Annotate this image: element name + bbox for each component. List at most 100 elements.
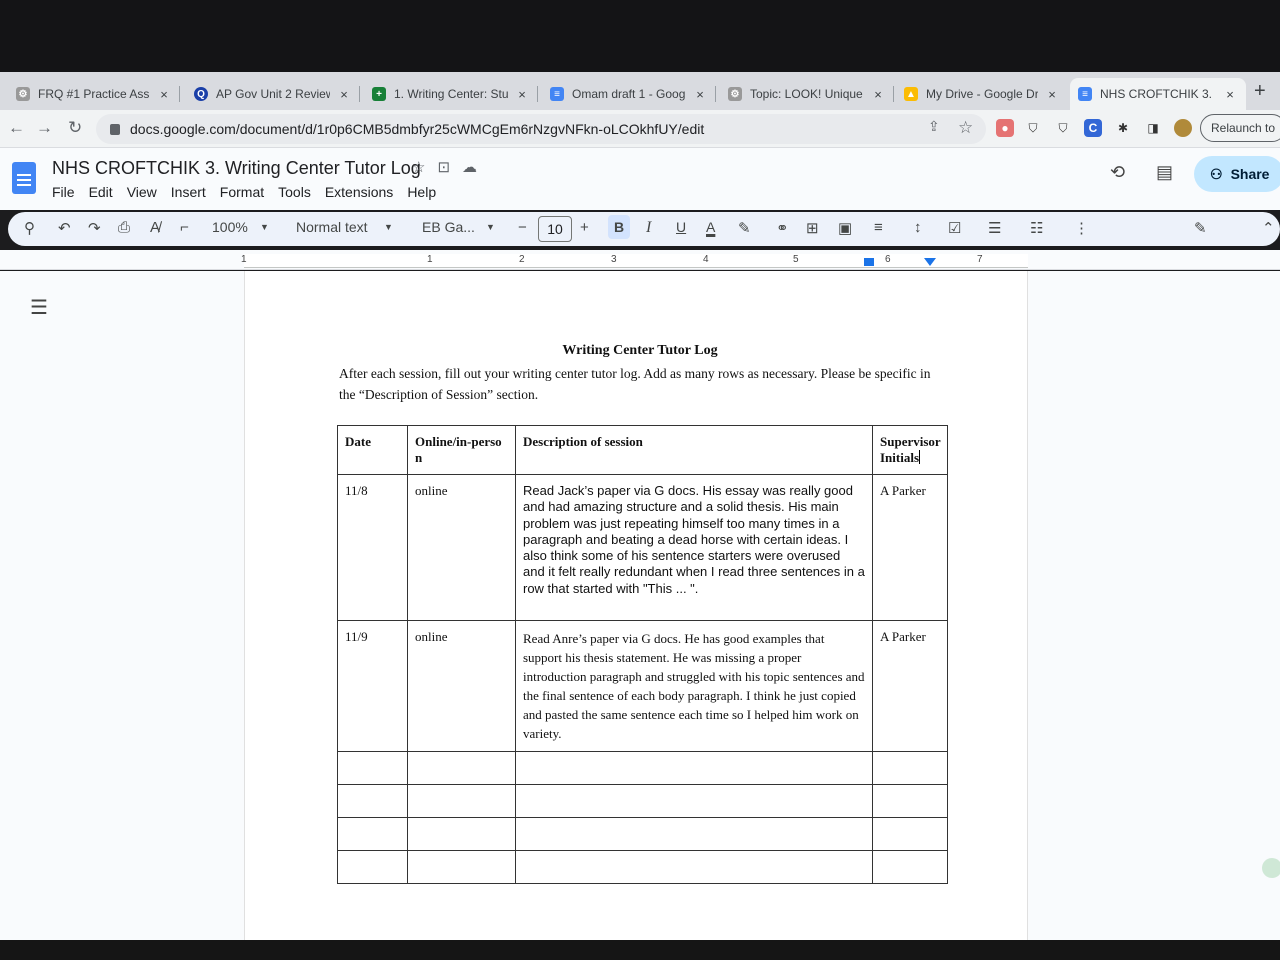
empty-cell[interactable]	[407, 817, 516, 851]
close-icon[interactable]: ×	[692, 87, 708, 102]
puzzle-icon[interactable]: ✱	[1114, 119, 1132, 137]
link-icon[interactable]: ⚭	[776, 219, 789, 237]
search-icon[interactable]: ⚲	[24, 219, 35, 237]
share-button[interactable]: ⚇ Share	[1194, 156, 1280, 192]
bold-button[interactable]: B	[608, 215, 631, 239]
outline-list-icon[interactable]: ☰	[30, 295, 48, 320]
comments-icon[interactable]: ▤	[1156, 162, 1173, 183]
empty-cell[interactable]	[407, 751, 516, 785]
indent-marker-icon[interactable]	[864, 258, 874, 266]
tab-writing-center-sheet[interactable]: + 1. Writing Center: Stu ×	[364, 78, 538, 110]
undo-icon[interactable]: ↶	[58, 219, 71, 237]
close-icon[interactable]: ×	[1222, 87, 1238, 102]
version-history-icon[interactable]: ⟲	[1110, 162, 1125, 183]
empty-cell[interactable]	[407, 784, 516, 818]
tab-omam-draft[interactable]: ≡ Omam draft 1 - Goog ×	[542, 78, 716, 110]
close-icon[interactable]: ×	[156, 87, 172, 102]
close-icon[interactable]: ×	[1044, 87, 1060, 102]
horizontal-ruler[interactable]: 1 1 2 3 4 5 6 7	[241, 254, 1028, 268]
menu-view[interactable]: View	[127, 184, 157, 200]
move-folder-icon[interactable]: ⊡	[437, 158, 450, 176]
sidebar-icon[interactable]: ◨	[1144, 119, 1162, 137]
underline-button[interactable]: U	[676, 219, 686, 235]
empty-cell[interactable]	[871, 784, 949, 818]
tab-ap-gov[interactable]: Q AP Gov Unit 2 Review ×	[186, 78, 360, 110]
menu-format[interactable]: Format	[220, 184, 264, 200]
empty-cell[interactable]	[337, 784, 408, 818]
shield-outline-icon[interactable]: ⛉	[1054, 119, 1072, 137]
zoom-select[interactable]: 100%	[212, 219, 248, 235]
line-spacing-icon[interactable]: ↕	[914, 219, 922, 236]
star-icon[interactable]: ☆	[412, 158, 425, 176]
cell-date[interactable]: 11/9	[337, 620, 408, 752]
close-icon[interactable]: ×	[870, 87, 886, 102]
docs-logo-icon[interactable]	[12, 162, 36, 194]
reload-icon[interactable]: ↻	[68, 118, 82, 138]
editing-mode-icon[interactable]: ✎	[1194, 219, 1207, 237]
cell-description[interactable]: Read Anre’s paper via G docs. He has goo…	[515, 620, 873, 752]
close-icon[interactable]: ×	[336, 87, 352, 102]
cloud-status-icon[interactable]: ☁	[462, 158, 477, 176]
header-date[interactable]: Date	[337, 425, 408, 475]
empty-cell[interactable]	[337, 850, 408, 884]
explore-button[interactable]	[1262, 858, 1280, 878]
menu-edit[interactable]: Edit	[89, 184, 113, 200]
add-comment-icon[interactable]: ⊞	[806, 219, 819, 237]
cell-mode[interactable]: online	[407, 474, 516, 621]
right-indent-marker-icon[interactable]	[924, 258, 936, 266]
cell-mode[interactable]: online	[407, 620, 516, 752]
font-size-input[interactable]: 10	[538, 216, 572, 242]
share-page-icon[interactable]: ⇪	[928, 118, 940, 135]
empty-cell[interactable]	[515, 751, 873, 785]
avatar[interactable]	[1174, 119, 1192, 137]
close-icon[interactable]: ×	[514, 87, 530, 102]
tab-frq-practice[interactable]: ⚙ FRQ #1 Practice Ass ×	[8, 78, 180, 110]
redo-icon[interactable]: ↷	[88, 219, 101, 237]
cell-description[interactable]: Read Jack’s paper via G docs. His essay …	[515, 474, 873, 621]
empty-cell[interactable]	[407, 850, 516, 884]
increase-font-size-icon[interactable]: +	[580, 219, 589, 236]
more-options-icon[interactable]: ⋮	[1074, 219, 1089, 237]
collapse-icon[interactable]: ⌃	[1262, 219, 1275, 237]
bookmark-star-icon[interactable]: ☆	[958, 118, 973, 138]
italic-button[interactable]: I	[646, 219, 651, 237]
header-mode[interactable]: Online/in-perso n	[407, 425, 516, 475]
menu-tools[interactable]: Tools	[278, 184, 311, 200]
back-icon[interactable]: ←	[8, 118, 25, 138]
cell-date[interactable]: 11/8	[337, 474, 408, 621]
menu-file[interactable]: File	[52, 184, 75, 200]
empty-cell[interactable]	[871, 751, 949, 785]
checklist-icon[interactable]: ☑	[948, 219, 961, 237]
c-extension-icon[interactable]: C	[1084, 119, 1102, 137]
numbered-list-icon[interactable]: ☷	[1030, 219, 1043, 237]
empty-cell[interactable]	[871, 850, 949, 884]
address-bar[interactable]: docs.google.com/document/d/1r0p6CMB5dmbf…	[96, 114, 986, 144]
tab-topic-look[interactable]: ⚙ Topic: LOOK! Unique ×	[720, 78, 894, 110]
new-tab-button[interactable]: +	[1254, 80, 1266, 103]
forward-icon[interactable]: →	[36, 118, 53, 138]
print-icon[interactable]: ⎙	[118, 219, 130, 236]
highlight-icon[interactable]: ✎	[738, 219, 751, 237]
paint-format-icon[interactable]: ⌐	[180, 219, 189, 236]
decrease-font-size-icon[interactable]: −	[518, 219, 527, 236]
empty-cell[interactable]	[515, 784, 873, 818]
font-select[interactable]: EB Ga...	[422, 219, 475, 235]
menu-extensions[interactable]: Extensions	[325, 184, 393, 200]
document-page[interactable]: Writing Center Tutor Log After each sess…	[244, 271, 1028, 940]
cell-initials[interactable]: A Parker	[871, 474, 949, 621]
style-select[interactable]: Normal text	[296, 219, 368, 235]
tab-my-drive[interactable]: ▲ My Drive - Google Dr ×	[896, 78, 1068, 110]
spellcheck-icon[interactable]: A̸	[150, 219, 160, 236]
extension-puzzle-badge-icon[interactable]: ●	[996, 119, 1014, 137]
empty-cell[interactable]	[515, 817, 873, 851]
text-color-button[interactable]: A	[706, 219, 715, 235]
document-title[interactable]: NHS CROFTCHIK 3. Writing Center Tutor Lo…	[52, 158, 421, 179]
menu-insert[interactable]: Insert	[171, 184, 206, 200]
insert-image-icon[interactable]: ▣	[838, 219, 852, 237]
empty-cell[interactable]	[871, 817, 949, 851]
empty-cell[interactable]	[515, 850, 873, 884]
align-icon[interactable]: ≡	[874, 219, 883, 236]
tab-nhs-croftchik[interactable]: ≡ NHS CROFTCHIK 3. ×	[1070, 78, 1246, 110]
shield-icon[interactable]: ⛉	[1024, 119, 1042, 137]
bulleted-list-icon[interactable]: ☰	[988, 219, 1001, 237]
